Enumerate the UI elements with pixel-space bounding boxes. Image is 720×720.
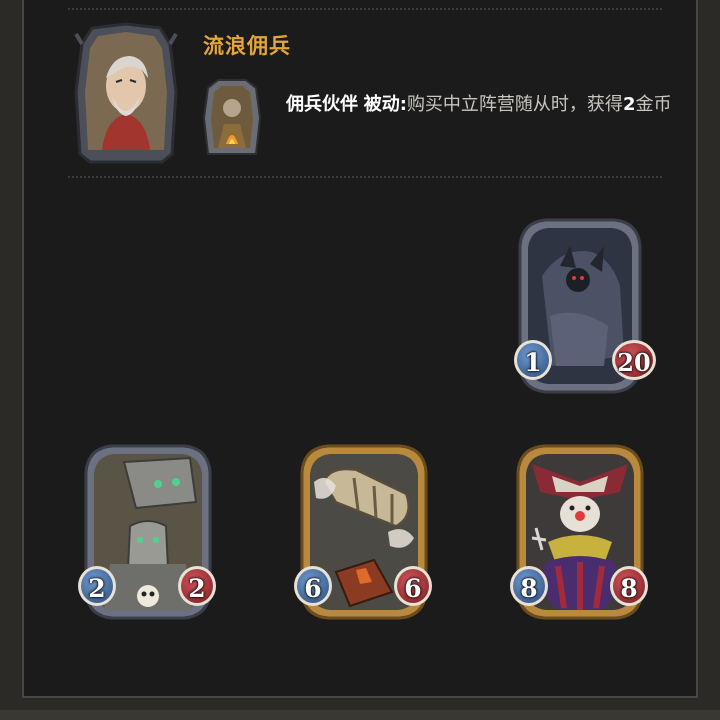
attack-badge: 6 bbox=[294, 566, 332, 606]
hero-divider bbox=[68, 176, 662, 178]
minion-card-robot[interactable]: 2 2 bbox=[78, 442, 216, 622]
health-badge: 8 bbox=[610, 566, 648, 606]
power-highlight: 2 bbox=[622, 94, 636, 115]
hero-power-icon bbox=[202, 79, 262, 155]
top-divider bbox=[68, 8, 662, 10]
minion-card-dragon[interactable]: 1 20 bbox=[512, 216, 656, 396]
attack-badge: 2 bbox=[78, 566, 116, 606]
power-label: 佣兵伙伴 bbox=[286, 94, 358, 115]
hero-portrait-icon bbox=[74, 22, 178, 164]
minion-card-clown[interactable]: 8 8 bbox=[510, 442, 648, 622]
power-separator: : bbox=[399, 94, 407, 115]
hero-name: 流浪佣兵 bbox=[203, 34, 291, 58]
power-suffix: 金币 bbox=[635, 94, 672, 115]
power-description: 购买中立阵营随从时，获得 bbox=[406, 94, 623, 115]
attack-badge: 1 bbox=[514, 340, 552, 380]
health-badge: 20 bbox=[612, 340, 656, 380]
hero-power[interactable] bbox=[202, 78, 262, 160]
health-badge: 2 bbox=[178, 566, 216, 606]
hero-portrait[interactable] bbox=[72, 22, 180, 164]
health-badge: 6 bbox=[394, 566, 432, 606]
attack-badge: 8 bbox=[510, 566, 548, 606]
power-type: 被动 bbox=[363, 94, 400, 115]
minion-card-airship[interactable]: 6 6 bbox=[294, 442, 432, 622]
bottom-trim bbox=[0, 710, 720, 720]
hero-power-description: 佣兵伙伴 被动:购买中立阵营随从时，获得2金币 bbox=[286, 91, 686, 119]
